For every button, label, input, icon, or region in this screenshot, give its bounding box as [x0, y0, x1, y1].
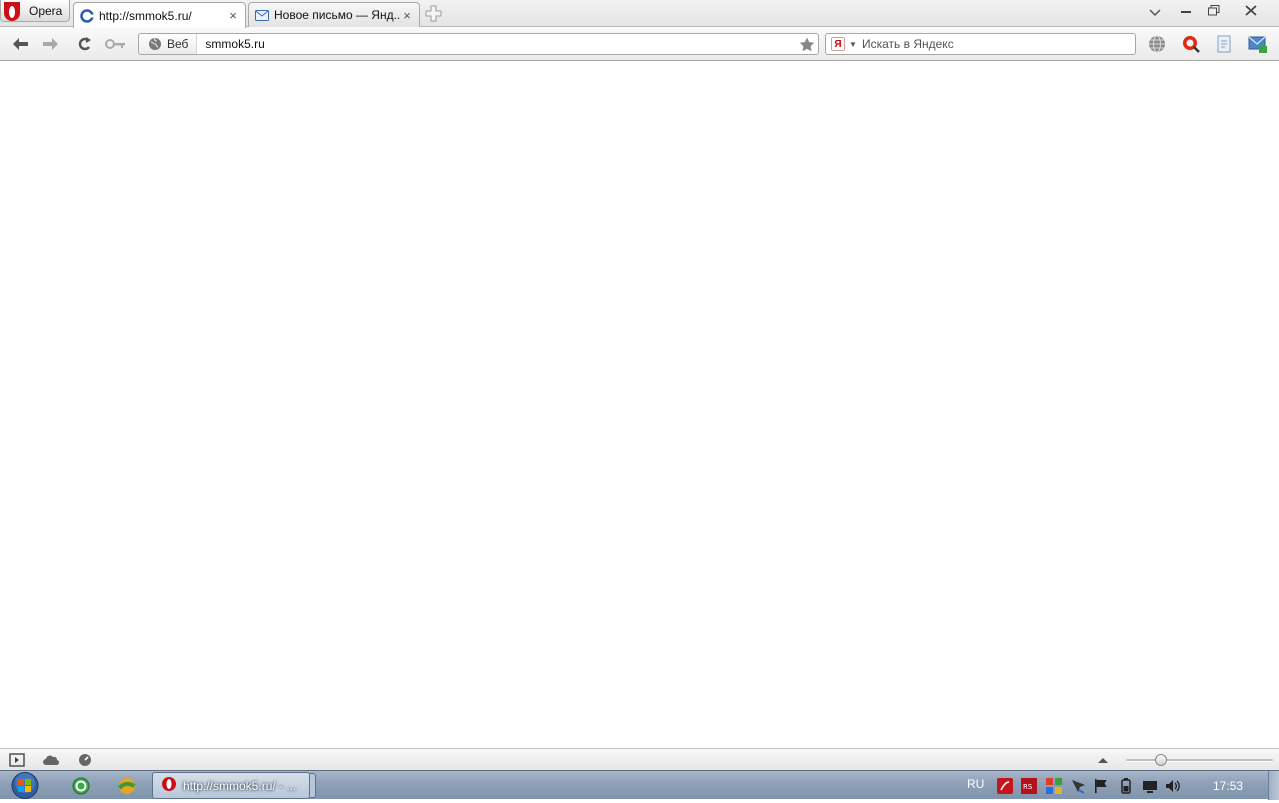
opera-menu-label: Opera: [29, 3, 63, 18]
pinned-app-ball-icon[interactable]: [107, 773, 147, 798]
bookmark-star-icon[interactable]: [796, 34, 818, 54]
search-field[interactable]: Я ▼: [825, 33, 1136, 55]
tray-grid-icon[interactable]: [1046, 778, 1062, 794]
url-input[interactable]: [197, 35, 796, 53]
search-engine-selector[interactable]: Я ▼: [826, 37, 862, 51]
taskbar-window-title: http://smmok5.ru/ - ...: [183, 778, 297, 793]
tab-close-icon[interactable]: ×: [401, 8, 413, 23]
navigation-toolbar: Веб Я ▼: [0, 27, 1279, 61]
notes-icon[interactable]: [1214, 34, 1234, 54]
web-badge-label: Веб: [167, 37, 189, 51]
globe-icon: [148, 37, 162, 51]
windows-taskbar: http://smmok5.ru/ - ... RU RS 17:53: [0, 770, 1279, 800]
address-field[interactable]: Веб: [138, 33, 819, 55]
new-tab-icon[interactable]: [425, 5, 442, 22]
opera-link-icon[interactable]: [1181, 34, 1201, 54]
start-orb-icon[interactable]: [5, 771, 45, 800]
speed-dial-gauge-icon[interactable]: [77, 753, 93, 767]
search-input[interactable]: [862, 35, 1135, 53]
panel-toggle-icon[interactable]: [9, 753, 25, 767]
tab-title: http://smmok5.ru/: [99, 8, 192, 23]
tab-menu-chevron-icon[interactable]: [1148, 7, 1162, 19]
mail-client-icon[interactable]: [1248, 34, 1268, 54]
show-desktop-button[interactable]: [1268, 771, 1279, 800]
yandex-icon: Я: [831, 37, 845, 51]
web-badge[interactable]: Веб: [139, 34, 198, 54]
unite-globe-icon[interactable]: [1147, 34, 1167, 54]
tray-adobe-icon[interactable]: [997, 778, 1013, 794]
turbo-cloud-icon[interactable]: [43, 753, 60, 767]
taskbar-clock[interactable]: 17:53: [1213, 779, 1243, 793]
close-window-icon[interactable]: [1234, 0, 1268, 20]
language-indicator[interactable]: RU: [967, 777, 984, 791]
tab-bar: Opera http://smmok5.ru/ × Новое письмо —…: [0, 0, 1279, 28]
tab-title: Новое письмо — Янд...: [274, 8, 401, 22]
zoom-slider-thumb[interactable]: [1155, 754, 1168, 766]
page-content-area[interactable]: [0, 61, 1279, 748]
tray-network-icon[interactable]: [1070, 778, 1086, 794]
dropdown-arrow-icon: ▼: [849, 39, 857, 49]
pinned-app-green-icon[interactable]: [61, 773, 101, 798]
tab-new-letter[interactable]: Новое письмо — Янд... ×: [248, 2, 420, 27]
tray-battery-icon[interactable]: [1118, 778, 1134, 794]
browser-status-bar: [0, 748, 1279, 770]
tray-flag-icon[interactable]: [1093, 778, 1109, 794]
mail-icon: [255, 8, 269, 22]
tray-volume-icon[interactable]: [1165, 778, 1181, 794]
forward-arrow-icon[interactable]: [41, 35, 61, 53]
loading-icon: [80, 8, 95, 23]
back-arrow-icon[interactable]: [10, 35, 30, 53]
tab-close-icon[interactable]: ×: [227, 8, 239, 23]
minimize-icon[interactable]: [1172, 0, 1200, 20]
taskbar-window-stack: [310, 773, 316, 798]
taskbar-window-opera[interactable]: http://smmok5.ru/ - ...: [152, 772, 310, 799]
tray-display-icon[interactable]: [1142, 778, 1158, 794]
wand-key-icon[interactable]: [105, 35, 125, 53]
restore-icon[interactable]: [1200, 0, 1228, 20]
svg-text:RS: RS: [1023, 783, 1033, 791]
reload-icon[interactable]: [75, 35, 95, 53]
zoom-slider-track[interactable]: [1126, 759, 1273, 762]
view-up-arrow-icon[interactable]: [1097, 755, 1109, 765]
opera-taskbar-icon: [161, 776, 177, 795]
tab-smmok5[interactable]: http://smmok5.ru/ ×: [73, 2, 246, 28]
tray-rs-icon[interactable]: RS: [1021, 778, 1037, 794]
opera-logo-icon: [3, 1, 21, 21]
opera-menu-button[interactable]: Opera: [0, 0, 70, 22]
